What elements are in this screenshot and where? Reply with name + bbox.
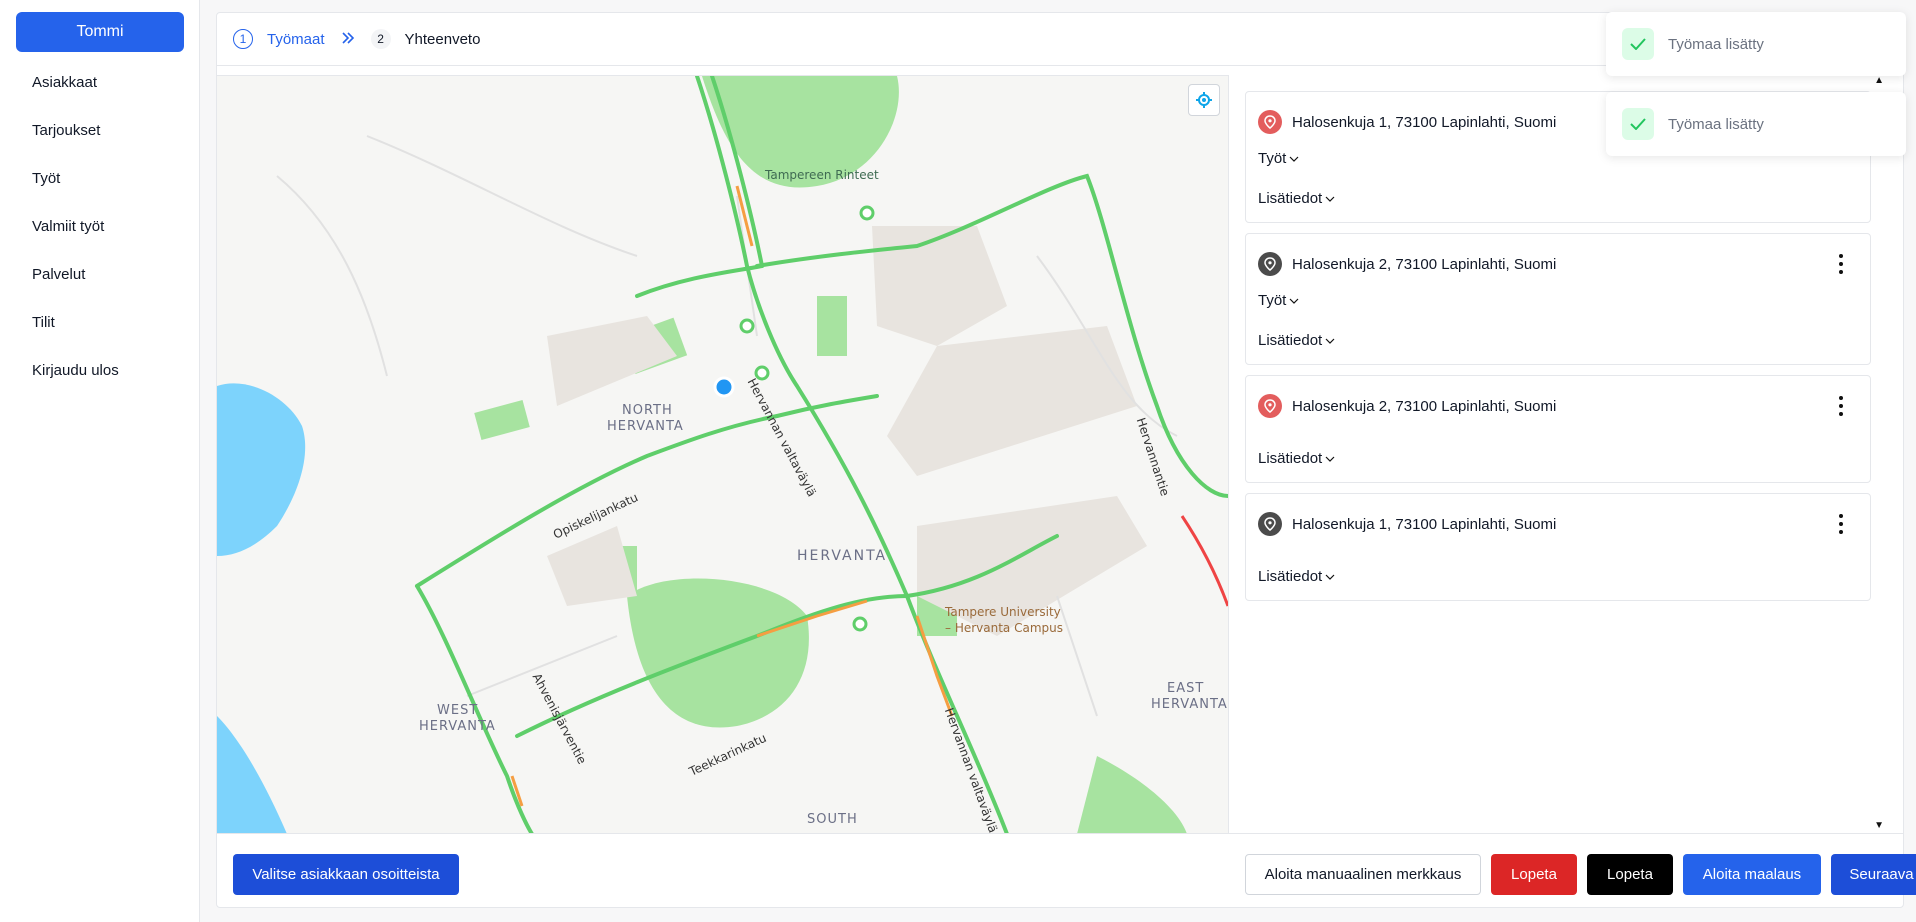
lisatiedot-expander[interactable]: Lisätiedot <box>1258 190 1335 207</box>
map-label-east-hervanta: HERVANTA <box>1151 697 1228 712</box>
map-label-university-campus: – Hervanta Campus <box>945 621 1063 635</box>
worksite-list[interactable]: ▲ ▼ Halosenkuja 1, 73100 Lapinlahti, Suo… <box>1228 75 1888 833</box>
scroll-down-icon[interactable]: ▼ <box>1874 820 1884 831</box>
map-pin-icon <box>1258 110 1282 134</box>
step-2-label[interactable]: Yhteenveto <box>405 31 481 48</box>
worksite-address: Halosenkuja 1, 73100 Lapinlahti, Suomi <box>1292 515 1557 533</box>
toast-message: Työmaa lisätty <box>1668 115 1764 133</box>
map-canvas <box>217 76 1228 833</box>
lisatiedot-expander[interactable]: Lisätiedot <box>1258 568 1335 585</box>
sidebar-item-palvelut[interactable]: Palvelut <box>32 266 85 283</box>
worksite-card: Halosenkuja 2, 73100 Lapinlahti, Suomi T… <box>1245 233 1871 365</box>
building-block <box>872 226 1007 346</box>
sidebar-item-asiakkaat[interactable]: Asiakkaat <box>32 74 97 91</box>
tyot-expander[interactable]: Työt <box>1258 292 1299 309</box>
sidebar-item-valmiit-tyot[interactable]: Valmiit työt <box>32 218 104 235</box>
worksite-card: Halosenkuja 1, 73100 Lapinlahti, Suomi L… <box>1245 493 1871 601</box>
map-label-south: SOUTH <box>807 812 858 827</box>
chevron-down-icon <box>1289 156 1299 162</box>
crosshair-icon <box>1196 92 1212 108</box>
map-label-university: Tampere University <box>945 605 1061 619</box>
lake <box>217 383 306 556</box>
park-area <box>627 578 809 728</box>
stop-button-black[interactable]: Lopeta <box>1587 854 1673 895</box>
start-painting-button[interactable]: Aloita maalaus <box>1683 854 1821 895</box>
stop-button-red[interactable]: Lopeta <box>1491 854 1577 895</box>
chevron-down-icon <box>1325 196 1335 202</box>
worksite-card: Halosenkuja 2, 73100 Lapinlahti, Suomi L… <box>1245 375 1871 483</box>
next-button[interactable]: Seuraava <box>1831 854 1916 895</box>
sidebar-item-tarjoukset[interactable]: Tarjoukset <box>32 122 100 139</box>
map-label-tampereen-rinteet: Tampereen Rinteet <box>765 168 879 182</box>
chevron-down-icon <box>1289 298 1299 304</box>
user-button[interactable]: Tommi <box>16 12 184 52</box>
more-options-icon[interactable] <box>1838 254 1844 274</box>
chevron-down-icon <box>1325 456 1335 462</box>
map-label-west: WEST <box>437 703 479 718</box>
worksite-address: Halosenkuja 1, 73100 Lapinlahti, Suomi <box>1292 113 1557 131</box>
start-manual-marking-button[interactable]: Aloita manuaalinen merkkaus <box>1245 854 1481 895</box>
check-icon <box>1622 108 1654 140</box>
action-bar: Valitse asiakkaan osoitteista Aloita man… <box>217 833 1916 909</box>
map-label-east: EAST <box>1167 681 1205 696</box>
step-1-number: 1 <box>233 29 253 49</box>
check-icon <box>1622 28 1654 60</box>
toast-message: Työmaa lisätty <box>1668 35 1764 53</box>
map-label-west-hervanta: HERVANTA <box>419 719 496 734</box>
current-location-dot <box>713 376 735 398</box>
double-chevron-right-icon <box>341 29 355 50</box>
chevron-down-icon <box>1325 574 1335 580</box>
park-area <box>474 400 530 440</box>
map-pin-icon <box>1258 394 1282 418</box>
select-from-customer-addresses-button[interactable]: Valitse asiakkaan osoitteista <box>233 854 459 895</box>
map[interactable]: Tampereen Rinteet NORTH HERVANTA HERVANT… <box>217 75 1228 833</box>
lisatiedot-expander[interactable]: Lisätiedot <box>1258 332 1335 349</box>
lisatiedot-expander[interactable]: Lisätiedot <box>1258 450 1335 467</box>
more-options-icon[interactable] <box>1838 514 1844 534</box>
toast-notification: Työmaa lisätty <box>1606 92 1906 156</box>
sidebar-item-tyot[interactable]: Työt <box>32 170 60 187</box>
map-label-north-hervanta: HERVANTA <box>607 419 684 434</box>
sidebar-item-tilit[interactable]: Tilit <box>32 314 55 331</box>
lake <box>217 716 287 833</box>
locate-me-button[interactable] <box>1188 84 1220 116</box>
worksite-address: Halosenkuja 2, 73100 Lapinlahti, Suomi <box>1292 255 1557 273</box>
sidebar-item-kirjaudu-ulos[interactable]: Kirjaudu ulos <box>32 362 119 379</box>
step-1-label[interactable]: Työmaat <box>267 31 325 48</box>
tyot-expander[interactable]: Työt <box>1258 150 1299 167</box>
map-label-hervanta: HERVANTA <box>797 548 888 564</box>
map-label-north: NORTH <box>622 403 673 418</box>
park-area <box>817 296 847 356</box>
chevron-down-icon <box>1325 338 1335 344</box>
step-2-number: 2 <box>370 29 391 49</box>
scroll-up-icon[interactable]: ▲ <box>1874 75 1884 86</box>
map-pin-icon <box>1258 252 1282 276</box>
sidebar: Tommi Asiakkaat Tarjoukset Työt Valmiit … <box>0 0 200 922</box>
more-options-icon[interactable] <box>1838 396 1844 416</box>
park-area <box>1077 756 1187 833</box>
toast-notification: Työmaa lisätty <box>1606 12 1906 76</box>
building-block <box>887 326 1137 476</box>
worksite-address: Halosenkuja 2, 73100 Lapinlahti, Suomi <box>1292 397 1557 415</box>
map-pin-icon <box>1258 512 1282 536</box>
